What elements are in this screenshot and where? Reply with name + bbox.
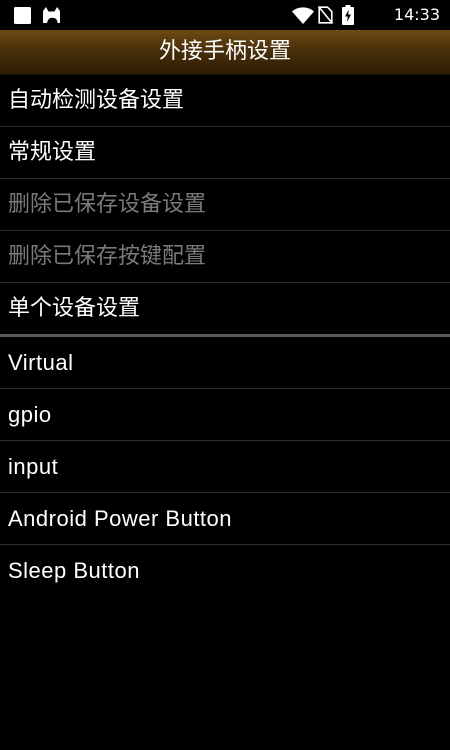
status-bar: 14:33 — [0, 0, 450, 30]
settings-list: 自动检测设备设置 常规设置 删除已保存设备设置 删除已保存按键配置 单个设备设置… — [0, 75, 450, 596]
device-item-virtual[interactable]: Virtual — [0, 337, 450, 389]
device-item-label: input — [8, 454, 59, 479]
notification-square-icon — [14, 7, 31, 28]
battery-charging-icon — [342, 5, 354, 29]
list-item-general-settings[interactable]: 常规设置 — [0, 127, 450, 179]
device-item-label: Virtual — [8, 350, 74, 375]
page-title: 外接手柄设置 — [158, 39, 291, 64]
cat-app-icon — [42, 7, 61, 28]
list-item-delete-saved-device-settings: 删除已保存设备设置 — [0, 179, 450, 231]
list-item-label: 删除已保存按键配置 — [8, 244, 207, 269]
list-item-auto-detect-device-settings[interactable]: 自动检测设备设置 — [0, 75, 450, 127]
wifi-icon — [292, 7, 314, 28]
list-item-label: 自动检测设备设置 — [8, 88, 185, 113]
status-time: 14:33 — [393, 5, 440, 24]
list-item-delete-saved-key-config: 删除已保存按键配置 — [0, 231, 450, 283]
title-bar: 外接手柄设置 — [0, 30, 450, 75]
list-item-label: 常规设置 — [8, 140, 97, 165]
list-item-label: 删除已保存设备设置 — [8, 192, 207, 217]
device-item-android-power-button[interactable]: Android Power Button — [0, 493, 450, 545]
device-item-label: Android Power Button — [8, 506, 233, 531]
list-item-single-device-settings[interactable]: 单个设备设置 — [0, 283, 450, 337]
device-item-input[interactable]: input — [0, 441, 450, 493]
device-item-gpio[interactable]: gpio — [0, 389, 450, 441]
list-item-label: 单个设备设置 — [8, 296, 141, 321]
device-item-label: Sleep Button — [8, 558, 140, 583]
device-item-sleep-button[interactable]: Sleep Button — [0, 545, 450, 596]
device-item-label: gpio — [8, 402, 52, 427]
no-sim-icon — [317, 5, 334, 28]
